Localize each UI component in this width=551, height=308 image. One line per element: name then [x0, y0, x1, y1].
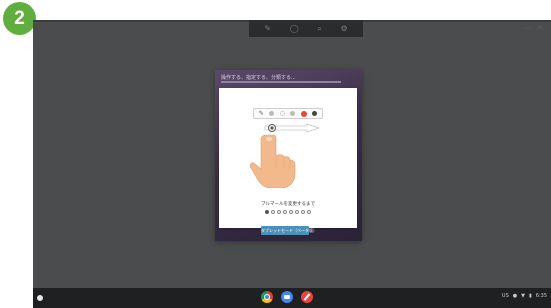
tutorial-panel: ✎ ◌ ブルマールを変更するまで [219, 88, 357, 228]
red-color-swatch[interactable] [300, 110, 307, 117]
stylus-tools-bar: ✎ ◯ ⌕ ⚙ [249, 20, 363, 37]
corner-icons: — ✕ [524, 24, 543, 32]
launcher-icon[interactable] [37, 295, 43, 301]
eraser-icon[interactable]: ◌ [280, 109, 285, 118]
files-icon[interactable] [281, 291, 293, 303]
close-icon[interactable]: ✕ [537, 24, 543, 32]
notification-icon: ● [512, 293, 518, 299]
page-dot[interactable] [301, 210, 305, 214]
step-badge: 2 [3, 2, 36, 35]
page-dot[interactable] [271, 210, 275, 214]
page-dot[interactable] [265, 210, 269, 214]
wifi-icon: ▼ [521, 293, 525, 299]
dialog-title: 操作する、指定する、分類する... [221, 75, 296, 81]
pen-palette: ✎ ◌ [253, 108, 323, 119]
pen-tool-icon[interactable]: ✎ [259, 109, 264, 118]
page-dot[interactable] [277, 210, 281, 214]
battery-icon: ▮ [529, 293, 532, 299]
minimize-icon[interactable]: — [524, 24, 531, 32]
shelf-apps [261, 291, 313, 303]
status-tray[interactable]: US ● ▼ ▮ 6:35 [502, 293, 547, 299]
laser-icon[interactable] [290, 111, 296, 116]
black-color-swatch[interactable] [312, 111, 318, 116]
dialog-subtitle-bar [221, 81, 341, 83]
pen-icon[interactable]: ✎ [264, 20, 271, 37]
ime-label: US [501, 293, 509, 299]
clock: 6:35 [535, 293, 547, 299]
page-dot[interactable] [289, 210, 293, 214]
highlighter-icon[interactable] [269, 111, 275, 116]
chromeos-screen: ✎ ◯ ⌕ ⚙ — ✕ 操作する、指定する、分類する... ✎ ◌ ブルマールを… [33, 20, 551, 308]
circle-icon[interactable]: ◯ [290, 20, 299, 37]
settings-icon[interactable]: ⚙ [340, 20, 347, 37]
pen-app-icon[interactable] [301, 291, 313, 303]
search-icon[interactable]: ⌕ [317, 20, 321, 37]
chrome-icon[interactable] [261, 291, 273, 303]
hand-gesture-icon [249, 134, 296, 188]
page-indicator [219, 210, 357, 214]
page-dot[interactable] [283, 210, 287, 214]
next-button[interactable]: タブレットモード（ベータ版） [261, 226, 317, 235]
tutorial-caption: ブルマールを変更するまで [261, 202, 315, 207]
page-dot[interactable] [295, 210, 299, 214]
page-dot[interactable] [307, 210, 311, 214]
shelf: US ● ▼ ▮ 6:35 [33, 288, 551, 308]
